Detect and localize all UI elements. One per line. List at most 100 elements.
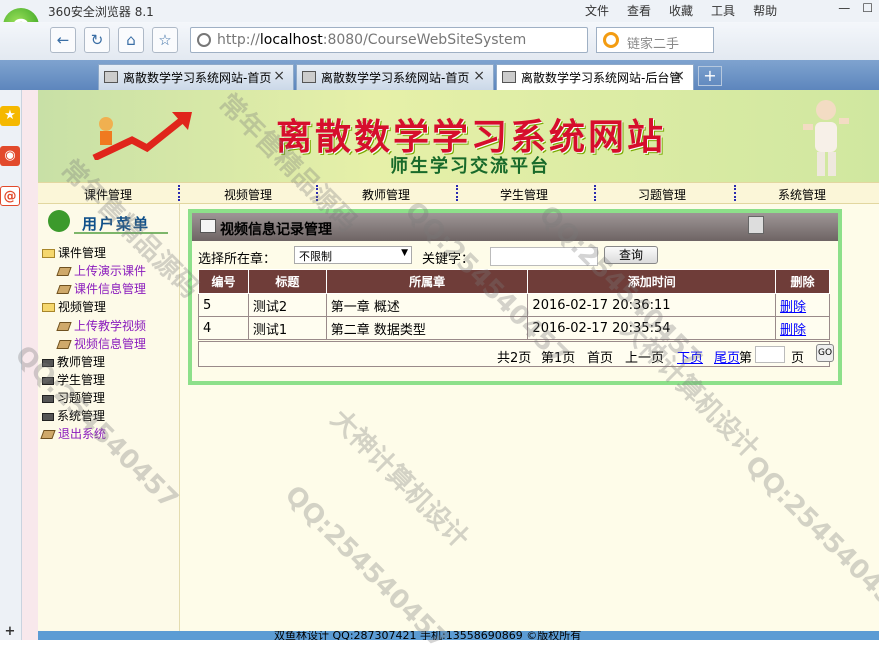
cell-time: 2016-02-17 20:36:11	[527, 293, 777, 317]
nav-system[interactable]: 系统管理	[778, 186, 826, 203]
tab-home-1[interactable]: 离散数学学习系统网站-首页 ×	[98, 64, 294, 90]
mail-icon[interactable]: @	[0, 186, 20, 206]
keyword-input[interactable]	[490, 247, 598, 266]
close-icon[interactable]: ×	[473, 68, 485, 84]
chapter-select[interactable]: 不限制 ▼	[294, 246, 412, 264]
site-banner: 离散数学学习系统网站 师生学习交流平台	[38, 90, 879, 182]
minimize-icon[interactable]: —	[838, 1, 850, 15]
add-icon[interactable]: +	[0, 622, 20, 642]
column-header: 所属章	[325, 269, 529, 294]
delete-link[interactable]: 删除	[780, 300, 806, 315]
close-icon[interactable]: ×	[673, 68, 685, 84]
menu-view[interactable]: 查看	[627, 2, 651, 19]
chapter-value: 不限制	[299, 250, 332, 263]
menu-help[interactable]: 帮助	[753, 2, 777, 19]
menu-courseware[interactable]: 课件管理	[42, 244, 106, 261]
page-icon	[104, 71, 118, 83]
new-tab-icon[interactable]: +	[698, 66, 722, 86]
table-header-row: 编号 标题 所属章 添加时间 删除	[198, 269, 830, 294]
menu-favorites[interactable]: 收藏	[669, 2, 693, 19]
video-table: 编号 标题 所属章 添加时间 删除 5 测试2 第一章 概述 2016-02-1…	[198, 269, 830, 340]
table-row: 5 测试2 第一章 概述 2016-02-17 20:36:11 删除	[198, 293, 830, 317]
exit-icon	[40, 430, 56, 439]
column-header: 标题	[247, 269, 327, 294]
search-placeholder: 链家二手	[627, 37, 680, 52]
page-next-link[interactable]: 下页	[677, 347, 703, 366]
search-engine-icon	[603, 32, 619, 48]
menu-tools[interactable]: 工具	[711, 2, 735, 19]
document-icon	[56, 285, 72, 294]
close-icon[interactable]: ×	[273, 68, 285, 84]
nav-teacher[interactable]: 教师管理	[362, 186, 410, 203]
nav-courseware[interactable]: 课件管理	[84, 186, 132, 203]
favorites-star-icon[interactable]: ★	[0, 106, 20, 126]
nav-exercise[interactable]: 习题管理	[638, 186, 686, 203]
menu-label: 学生管理	[57, 373, 106, 387]
site-subtitle: 师生学习交流平台	[390, 156, 550, 177]
query-button[interactable]: 查询	[604, 246, 658, 264]
video-records-panel: 视频信息记录管理 选择所在章： 不限制 ▼ 关键字： 查询 编号 标题 所属章 …	[188, 209, 842, 385]
star-icon[interactable]: ☆	[152, 27, 178, 53]
home-icon[interactable]: ⌂	[118, 27, 144, 53]
menu-teacher[interactable]: 教师管理	[42, 353, 105, 370]
page-first: 首页	[587, 351, 614, 366]
maximize-icon[interactable]: ☐	[862, 1, 873, 15]
document-icon	[56, 340, 72, 349]
address-bar[interactable]: http://localhost:8080/CourseWebSiteSyste…	[190, 27, 588, 53]
tab-home-2[interactable]: 离散数学学习系统网站-首页 ×	[296, 64, 494, 90]
page-goto-suffix: 页	[791, 351, 805, 366]
menu-upload-courseware[interactable]: 上传演示课件	[56, 262, 146, 279]
site-nav: 课件管理 视频管理 教师管理 学生管理 习题管理 系统管理	[38, 182, 879, 204]
go-button[interactable]: GO	[816, 344, 834, 362]
menu-system[interactable]: 系统管理	[42, 407, 105, 424]
menu-student[interactable]: 学生管理	[42, 371, 105, 388]
cell-title: 测试2	[247, 293, 327, 317]
browser-sidebar: ★ ◉ @ +	[0, 90, 22, 640]
table-row: 4 测试1 第二章 数据类型 2016-02-17 20:35:54 删除	[198, 316, 830, 340]
menu-video-info[interactable]: 视频信息管理	[56, 335, 146, 352]
nav-separator	[316, 185, 318, 201]
page-number-input[interactable]	[755, 346, 785, 363]
back-icon[interactable]: ←	[50, 27, 76, 53]
nav-separator	[594, 185, 596, 201]
menu-logout[interactable]: 退出系统	[40, 425, 106, 442]
menu-upload-video[interactable]: 上传教学视频	[56, 317, 146, 334]
print-icon[interactable]	[748, 216, 764, 234]
menu-file[interactable]: 文件	[585, 2, 609, 19]
cell-action: 删除	[775, 316, 830, 340]
folder-icon	[42, 249, 55, 258]
tab-bar: 离散数学学习系统网站-首页 × 离散数学学习系统网站-首页 × 离散数学学习系统…	[0, 60, 879, 90]
weibo-icon[interactable]: ◉	[0, 146, 20, 166]
cell-time: 2016-02-17 20:35:54	[527, 316, 777, 340]
user-menu-title: 用户菜单	[82, 215, 151, 233]
delete-link[interactable]: 删除	[780, 323, 806, 338]
page-icon	[502, 71, 516, 83]
tab-label: 离散数学学习系统网站-后台管	[521, 71, 682, 85]
clover-icon	[48, 210, 70, 232]
edit-document-icon	[200, 219, 216, 233]
nav-separator	[456, 185, 458, 201]
menu-video[interactable]: 视频管理	[42, 298, 106, 315]
tab-admin[interactable]: 离散数学学习系统网站-后台管 ×	[496, 64, 694, 90]
browser-titlebar: 360安全浏览器 8.1 文件 查看 收藏 工具 帮助 — ☐	[0, 0, 879, 22]
menu-exercise[interactable]: 习题管理	[42, 389, 105, 406]
menu-label: 系统管理	[57, 409, 106, 423]
column-header: 添加时间	[527, 269, 777, 294]
growth-arrow-icon	[92, 112, 192, 160]
nav-video[interactable]: 视频管理	[224, 186, 272, 203]
page-current: 第1页	[541, 351, 576, 366]
figure-icon	[803, 100, 849, 176]
nav-separator	[178, 185, 180, 201]
address-prefix: http://	[217, 32, 260, 48]
cell-title: 测试1	[247, 316, 327, 340]
tab-label: 离散数学学习系统网站-首页	[123, 71, 272, 85]
cell-chapter: 第二章 数据类型	[325, 316, 529, 340]
group-icon	[42, 376, 54, 385]
group-icon	[42, 394, 54, 403]
refresh-icon[interactable]: ↻	[84, 27, 110, 53]
page-last-link[interactable]: 尾页	[714, 347, 740, 366]
menu-label: 教师管理	[57, 355, 106, 369]
menu-courseware-info[interactable]: 课件信息管理	[56, 280, 146, 297]
nav-student[interactable]: 学生管理	[500, 186, 548, 203]
search-box[interactable]: 链家二手	[596, 27, 714, 53]
